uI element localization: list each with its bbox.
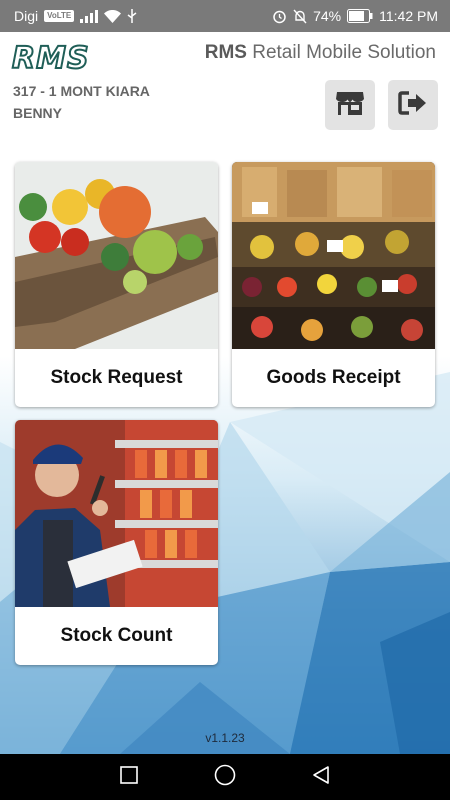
stock-count-label: Stock Count [60, 625, 173, 646]
clock-time: 11:42 PM [379, 8, 438, 24]
volte-badge: VoLTE [44, 10, 75, 22]
app-title: RMS Retail Mobile Solution [205, 42, 436, 64]
android-nav-bar [0, 754, 450, 800]
logout-icon [398, 90, 428, 120]
main-content: Stock Request Goods Receipt Stock Count … [0, 142, 450, 754]
user-name: BENNY [13, 105, 63, 121]
app-version: v1.1.23 [205, 731, 245, 745]
alarm-icon [272, 9, 287, 24]
stock-request-label: Stock Request [50, 367, 183, 388]
signal-icon [80, 9, 99, 23]
logout-button[interactable] [388, 80, 438, 130]
app-header: RMS RMS Retail Mobile Solution 317 - 1 M… [0, 32, 450, 142]
home-button[interactable] [213, 764, 237, 791]
recents-icon [120, 765, 138, 789]
usb-icon [127, 9, 137, 23]
notifications-off-icon [293, 9, 307, 24]
goods-receipt-tile[interactable]: Goods Receipt [232, 162, 435, 407]
battery-icon [347, 9, 373, 23]
status-bar: Digi VoLTE 74% 11:42 PM [0, 0, 450, 32]
produce-shelves-image [232, 162, 435, 349]
app-title-acronym: RMS [204, 42, 247, 63]
back-icon [311, 765, 331, 790]
worker-with-clipboard-image [15, 420, 218, 607]
storefront-icon [335, 90, 365, 121]
store-button[interactable] [325, 80, 375, 130]
home-icon [214, 764, 236, 791]
carrier-name: Digi [14, 8, 39, 24]
recents-button[interactable] [117, 765, 141, 789]
stock-request-tile[interactable]: Stock Request [15, 162, 218, 407]
battery-percent: 74% [313, 8, 342, 24]
stock-count-tile[interactable]: Stock Count [15, 420, 218, 665]
store-name: 317 - 1 MONT KIARA [13, 83, 150, 99]
wifi-icon [104, 9, 122, 23]
rms-logo: RMS [11, 40, 90, 77]
goods-receipt-label: Goods Receipt [266, 367, 401, 388]
app-title-text: Retail Mobile Solution [252, 42, 436, 63]
back-button[interactable] [309, 765, 333, 789]
vegetable-crate-image [15, 162, 218, 349]
